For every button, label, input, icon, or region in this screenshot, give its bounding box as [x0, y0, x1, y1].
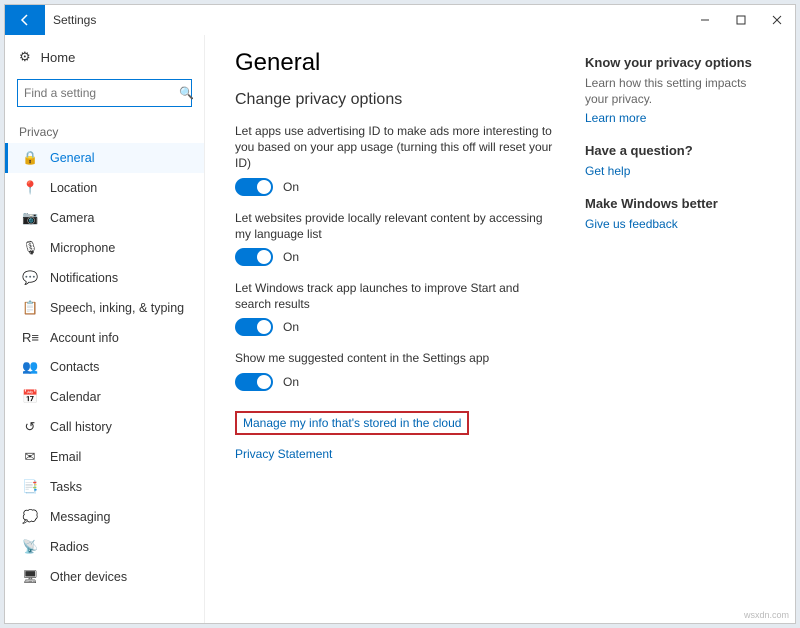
nav-icon: 💬: [22, 270, 38, 286]
nav-icon: 📑: [22, 479, 38, 495]
nav-label: Camera: [50, 211, 94, 225]
toggle-switch[interactable]: [235, 373, 273, 391]
info-column: Know your privacy options Learn how this…: [585, 49, 765, 609]
nav-label: Radios: [50, 540, 89, 554]
option-text: Let apps use advertising ID to make ads …: [235, 123, 555, 172]
options-list: Let apps use advertising ID to make ads …: [235, 123, 555, 391]
nav-label: Tasks: [50, 480, 82, 494]
nav-icon: 📅: [22, 389, 38, 405]
sidebar-item-location[interactable]: 📍 Location: [5, 173, 204, 203]
nav-icon: 🖥: [22, 569, 38, 585]
content-area: ⚙ Home 🔍 Privacy 🔒 General 📍 Location 📷 Camer…: [5, 35, 795, 623]
toggle-switch[interactable]: [235, 248, 273, 266]
sidebar-item-calendar[interactable]: 📅 Calendar: [5, 382, 204, 412]
sidebar-item-camera[interactable]: 📷 Camera: [5, 203, 204, 233]
toggle-state: On: [283, 320, 299, 334]
sidebar-item-email[interactable]: ✉ Email: [5, 442, 204, 472]
section-title: Change privacy options: [235, 91, 555, 109]
sidebar-item-speech-inking-typing[interactable]: 📋 Speech, inking, & typing: [5, 293, 204, 323]
toggle-state: On: [283, 180, 299, 194]
minimize-button[interactable]: [687, 5, 723, 35]
toggle-row: On: [235, 373, 555, 391]
toggle-row: On: [235, 248, 555, 266]
option-text: Show me suggested content in the Setting…: [235, 350, 555, 366]
main-panel: General Change privacy options Let apps …: [205, 35, 795, 623]
info-title-3: Make Windows better: [585, 196, 765, 211]
info-text-1: Learn how this setting impacts your priv…: [585, 76, 765, 107]
nav-icon: R≡: [22, 330, 38, 345]
toggle-state: On: [283, 250, 299, 264]
get-help-link[interactable]: Get help: [585, 164, 765, 178]
nav-icon: 📍: [22, 180, 38, 196]
nav-list: 🔒 General 📍 Location 📷 Camera 🎙 Microphone 💬 Noti…: [5, 143, 204, 592]
close-button[interactable]: [759, 5, 795, 35]
sidebar-item-other-devices[interactable]: 🖥 Other devices: [5, 562, 204, 592]
sidebar-item-general[interactable]: 🔒 General: [5, 143, 204, 173]
option-text: Let Windows track app launches to improv…: [235, 280, 555, 312]
home-nav[interactable]: ⚙ Home: [5, 43, 204, 71]
nav-icon: ↺: [22, 419, 38, 435]
nav-label: Other devices: [50, 570, 127, 584]
toggle-row: On: [235, 178, 555, 196]
privacy-statement-link[interactable]: Privacy Statement: [235, 447, 555, 461]
nav-label: Call history: [50, 420, 112, 434]
sidebar-item-contacts[interactable]: 👥 Contacts: [5, 352, 204, 382]
toggle-row: On: [235, 318, 555, 336]
toggle-switch[interactable]: [235, 318, 273, 336]
option-text: Let websites provide locally relevant co…: [235, 210, 555, 242]
app-title: Settings: [53, 13, 96, 27]
manage-cloud-info-link-highlighted[interactable]: Manage my info that's stored in the clou…: [235, 411, 469, 435]
home-label: Home: [41, 50, 76, 65]
feedback-link[interactable]: Give us feedback: [585, 217, 765, 231]
sidebar-item-account-info[interactable]: R≡ Account info: [5, 323, 204, 352]
toggle-state: On: [283, 375, 299, 389]
main-column: General Change privacy options Let apps …: [235, 49, 555, 609]
group-label: Privacy: [5, 115, 204, 143]
manage-cloud-info-link[interactable]: Manage my info that's stored in the clou…: [243, 416, 461, 430]
sidebar: ⚙ Home 🔍 Privacy 🔒 General 📍 Location 📷 Camer…: [5, 35, 205, 623]
nav-icon: 💭: [22, 509, 38, 525]
sidebar-item-notifications[interactable]: 💬 Notifications: [5, 263, 204, 293]
window-controls: [687, 5, 795, 35]
page-title: General: [235, 49, 555, 77]
nav-icon: 📋: [22, 300, 38, 316]
nav-label: Contacts: [50, 360, 99, 374]
search-box[interactable]: 🔍: [17, 79, 192, 107]
sidebar-item-tasks[interactable]: 📑 Tasks: [5, 472, 204, 502]
learn-more-link[interactable]: Learn more: [585, 111, 765, 125]
nav-icon: 📡: [22, 539, 38, 555]
gear-icon: ⚙: [19, 49, 31, 65]
nav-label: Speech, inking, & typing: [50, 301, 184, 315]
nav-label: Notifications: [50, 271, 118, 285]
nav-icon: 👥: [22, 359, 38, 375]
nav-label: Account info: [50, 331, 119, 345]
settings-window: Settings ⚙ Home 🔍 Privacy 🔒 General: [4, 4, 796, 624]
info-title-2: Have a question?: [585, 143, 765, 158]
nav-label: Email: [50, 450, 81, 464]
search-input[interactable]: [24, 86, 179, 100]
nav-icon: ✉: [22, 449, 38, 465]
sidebar-item-messaging[interactable]: 💭 Messaging: [5, 502, 204, 532]
sidebar-item-microphone[interactable]: 🎙 Microphone: [5, 233, 204, 263]
nav-label: Messaging: [50, 510, 110, 524]
info-title-1: Know your privacy options: [585, 55, 765, 70]
nav-label: Calendar: [50, 390, 101, 404]
sidebar-item-radios[interactable]: 📡 Radios: [5, 532, 204, 562]
nav-icon: 🎙: [22, 240, 38, 256]
back-button[interactable]: [5, 5, 45, 35]
nav-label: Location: [50, 181, 97, 195]
nav-icon: 📷: [22, 210, 38, 226]
nav-label: Microphone: [50, 241, 115, 255]
nav-label: General: [50, 151, 94, 165]
sidebar-item-call-history[interactable]: ↺ Call history: [5, 412, 204, 442]
watermark: wsxdn.com: [744, 610, 789, 620]
toggle-switch[interactable]: [235, 178, 273, 196]
search-icon: 🔍: [179, 86, 194, 100]
nav-icon: 🔒: [22, 150, 38, 166]
maximize-button[interactable]: [723, 5, 759, 35]
titlebar: Settings: [5, 5, 795, 35]
